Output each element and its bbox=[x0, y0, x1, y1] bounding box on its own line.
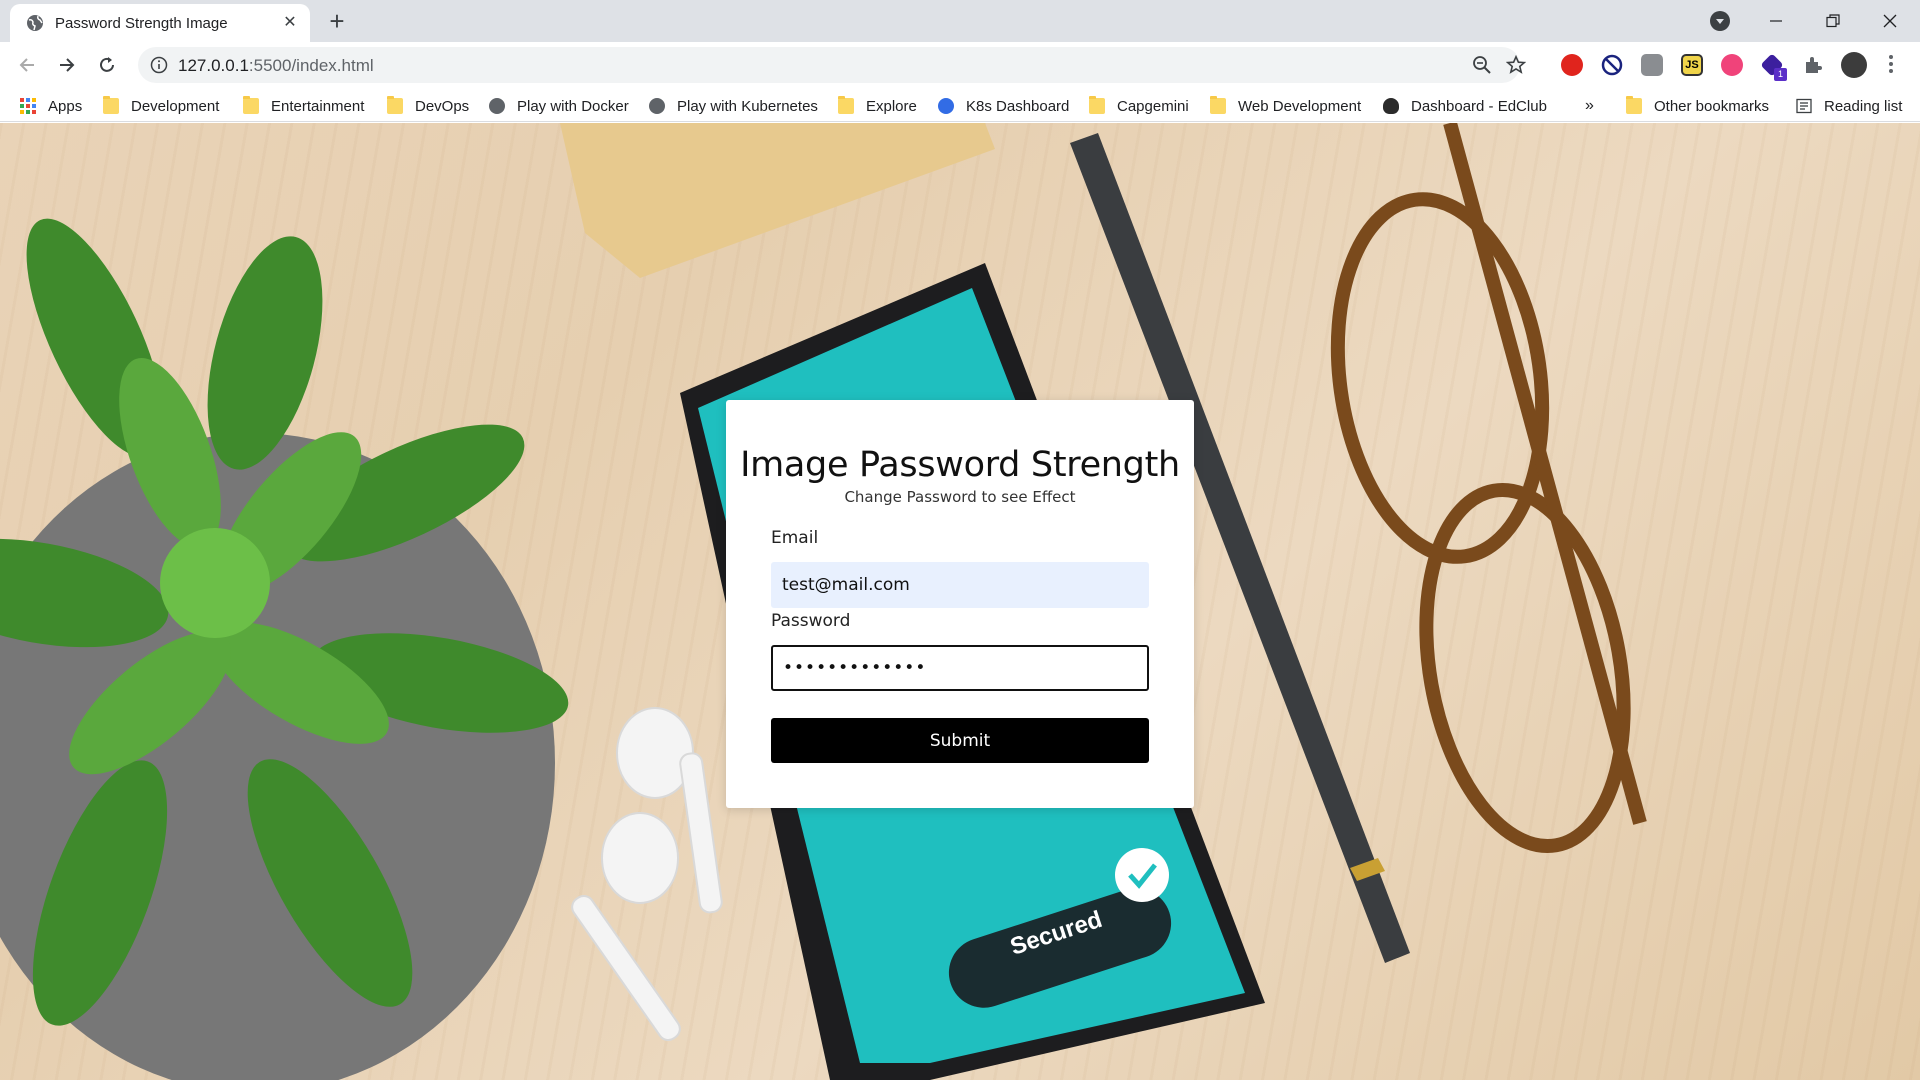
password-field[interactable] bbox=[771, 645, 1149, 691]
bookmark-label: Play with Docker bbox=[517, 97, 629, 115]
bookmark-dashboard-edclub[interactable]: Dashboard - EdClub bbox=[1383, 95, 1547, 117]
forward-button[interactable] bbox=[52, 50, 82, 80]
arrow-right-icon bbox=[60, 58, 75, 72]
tab-active[interactable]: Password Strength Image ✕ bbox=[10, 4, 310, 42]
bookmark-label: Web Development bbox=[1238, 97, 1362, 115]
sticky-note bbox=[560, 123, 995, 278]
bookmark-capgemini[interactable]: Capgemini bbox=[1089, 95, 1189, 117]
zoom-icon[interactable] bbox=[1472, 55, 1492, 75]
bookmark-label: Capgemini bbox=[1117, 97, 1189, 115]
url-host: 127.0.0.1 bbox=[178, 56, 249, 75]
reading-list-label: Reading list bbox=[1824, 97, 1903, 115]
page-viewport: Secured Image Password Strength Change P… bbox=[0, 123, 1920, 1080]
kubernetes-icon bbox=[938, 98, 954, 114]
minimize-icon bbox=[1770, 20, 1782, 22]
folder-icon bbox=[243, 96, 259, 114]
bookmark-development[interactable]: Development bbox=[103, 95, 219, 117]
js-extension-icon[interactable]: JS bbox=[1681, 54, 1703, 76]
arrow-left-icon bbox=[19, 58, 34, 72]
bookmark-apps[interactable]: Apps bbox=[20, 95, 82, 117]
bookmark-label: Play with Kubernetes bbox=[677, 97, 818, 115]
password-label: Password bbox=[771, 611, 851, 631]
apps-grid-icon bbox=[20, 98, 36, 114]
bookmark-k8s-dashboard[interactable]: K8s Dashboard bbox=[938, 95, 1069, 117]
bookmark-web-development[interactable]: Web Development bbox=[1210, 95, 1361, 117]
bookmark-label: Entertainment bbox=[271, 97, 365, 115]
url-path: :5500/index.html bbox=[248, 56, 374, 75]
reading-list-icon bbox=[1796, 98, 1812, 114]
email-field[interactable] bbox=[771, 562, 1149, 608]
t-extension-icon[interactable] bbox=[1721, 54, 1743, 76]
screenshot-extension-icon[interactable] bbox=[1641, 54, 1663, 76]
other-bookmarks[interactable]: Other bookmarks bbox=[1626, 95, 1769, 117]
globe-icon bbox=[649, 98, 665, 114]
restore-button[interactable] bbox=[1809, 0, 1857, 42]
bookmark-label: DevOps bbox=[415, 97, 470, 115]
avatar[interactable] bbox=[1841, 52, 1867, 78]
folder-icon bbox=[838, 96, 854, 114]
bookmarks-bar: Apps Development Entertainment DevOps Pl… bbox=[0, 88, 1920, 122]
folder-icon bbox=[1089, 96, 1105, 114]
tab-strip: Password Strength Image ✕ + bbox=[0, 0, 1920, 42]
new-tab-button[interactable]: + bbox=[323, 8, 351, 36]
tab-search-icon[interactable] bbox=[1710, 11, 1730, 31]
info-icon[interactable] bbox=[150, 56, 168, 74]
url-text[interactable]: 127.0.0.1:5500/index.html bbox=[178, 56, 374, 76]
tab-title: Password Strength Image bbox=[55, 15, 228, 32]
folder-icon bbox=[1626, 96, 1642, 114]
minimize-button[interactable] bbox=[1752, 0, 1800, 42]
page-subtitle: Change Password to see Effect bbox=[844, 488, 1076, 506]
bookmark-play-with-kubernetes[interactable]: Play with Kubernetes bbox=[649, 95, 818, 117]
reading-list[interactable]: Reading list bbox=[1796, 95, 1902, 117]
folder-icon bbox=[387, 96, 403, 114]
browser-toolbar: 127.0.0.1:5500/index.html JS 1 bbox=[0, 42, 1920, 88]
bookmark-devops[interactable]: DevOps bbox=[387, 95, 469, 117]
bookmark-label: Apps bbox=[48, 97, 83, 115]
edclub-icon bbox=[1383, 98, 1399, 114]
close-window-button[interactable] bbox=[1866, 0, 1914, 42]
bookmarks-overflow-button[interactable]: » bbox=[1585, 95, 1594, 117]
reload-button[interactable] bbox=[92, 50, 122, 80]
folder-icon bbox=[103, 96, 119, 114]
block-extension-icon[interactable] bbox=[1601, 54, 1623, 76]
menu-icon[interactable] bbox=[1888, 53, 1894, 75]
restore-icon bbox=[1826, 14, 1840, 28]
reload-icon bbox=[100, 57, 114, 72]
globe-icon bbox=[27, 15, 43, 31]
password-form-card: Image Password Strength Change Password … bbox=[726, 400, 1194, 808]
glasses bbox=[1330, 123, 1647, 854]
back-button[interactable] bbox=[12, 50, 42, 80]
bookmark-label: Dashboard - EdClub bbox=[1411, 97, 1547, 115]
folder-icon bbox=[1210, 96, 1226, 114]
email-label: Email bbox=[771, 528, 819, 548]
bookmark-play-with-docker[interactable]: Play with Docker bbox=[489, 95, 629, 117]
globe-icon bbox=[489, 98, 505, 114]
extension-badge: 1 bbox=[1774, 68, 1787, 81]
earbuds bbox=[571, 707, 723, 1042]
bookmark-label: K8s Dashboard bbox=[966, 97, 1070, 115]
star-icon[interactable] bbox=[1506, 55, 1526, 75]
close-icon bbox=[1883, 14, 1897, 28]
bookmark-label: Development bbox=[131, 97, 220, 115]
page-title: Image Password Strength bbox=[740, 445, 1180, 485]
address-bar[interactable]: 127.0.0.1:5500/index.html bbox=[138, 47, 1526, 83]
bookmark-label: Explore bbox=[866, 97, 917, 115]
bookmark-entertainment[interactable]: Entertainment bbox=[243, 95, 364, 117]
other-bookmarks-label: Other bookmarks bbox=[1654, 97, 1770, 115]
tab-close-icon[interactable]: ✕ bbox=[280, 13, 300, 33]
opera-extension-icon[interactable] bbox=[1561, 54, 1583, 76]
puzzle-icon[interactable] bbox=[1802, 54, 1824, 76]
bookmark-explore[interactable]: Explore bbox=[838, 95, 917, 117]
submit-button[interactable]: Submit bbox=[771, 718, 1149, 763]
